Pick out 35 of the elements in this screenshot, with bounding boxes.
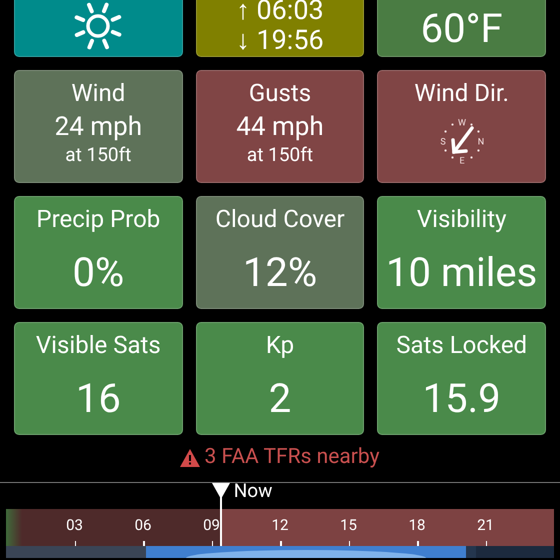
tfr-alert[interactable]: 3 FAA TFRs nearby [204, 442, 380, 474]
hour-label: 12 [272, 515, 288, 535]
card-title: Sats Locked [396, 331, 528, 359]
timeline-bar[interactable]: 03 06 09 12 15 18 21 [6, 509, 554, 546]
warning-icon [180, 449, 200, 467]
sunset-time: ↓ 19:56 [236, 25, 324, 55]
card-title: Wind Dir. [414, 79, 509, 107]
hour-label: 18 [408, 515, 426, 535]
card-value: 12% [242, 249, 318, 297]
card-title: Wind [71, 79, 126, 107]
card-title: Gusts [248, 79, 312, 107]
card-subtext: at 150ft [246, 143, 314, 167]
card-title: Precip Prob [36, 205, 160, 233]
card-value: 24 mph [54, 111, 142, 143]
hour-label: 15 [340, 515, 357, 535]
now-marker-line[interactable] [220, 495, 222, 546]
now-marker-icon [212, 483, 230, 499]
temperature-value: 60°F [420, 5, 503, 53]
hour-label: 03 [66, 515, 83, 535]
card-title: Kp [266, 331, 294, 359]
card-title: Visible Sats [36, 331, 161, 359]
card-title: Visibility [416, 205, 506, 233]
hour-label: 06 [134, 515, 152, 535]
card-value: 10 miles [386, 249, 538, 297]
card-value: 0% [72, 249, 124, 297]
card-subtext: at 150ft [65, 143, 132, 167]
hour-label: 09 [203, 515, 220, 535]
card-value: 15.9 [422, 375, 501, 423]
now-label: Now [234, 481, 272, 501]
compass-drawing: W N E S [432, 111, 492, 171]
card-value: 2 [268, 375, 292, 423]
card-value: 44 mph [236, 111, 324, 143]
card-value: 16 [76, 375, 121, 423]
hour-label: 21 [477, 515, 494, 535]
card-title: Cloud Cover [215, 205, 345, 233]
